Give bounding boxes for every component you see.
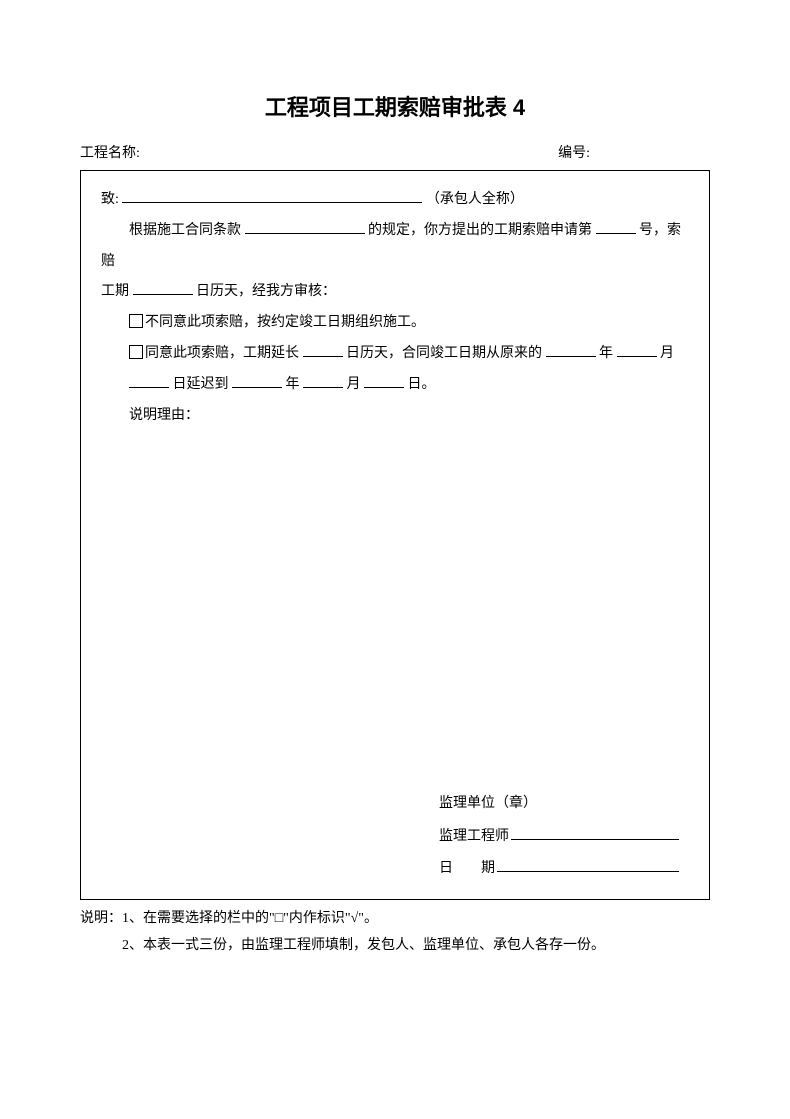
opt2-text-d: 月	[660, 346, 674, 361]
p2-text-b: 日历天，经我方审核：	[196, 284, 336, 299]
supervisor-unit-label: 监理单位（章）	[439, 788, 537, 820]
header-row: 工程名称: 编号:	[80, 142, 710, 162]
engineer-sign-blank[interactable]	[511, 824, 679, 839]
addressee-line: 致: （承包人全称）	[101, 185, 689, 216]
clause-blank[interactable]	[245, 218, 365, 233]
form-box: 致: （承包人全称） 根据施工合同条款 的规定，你方提出的工期索赔申请第 号，索…	[80, 170, 710, 900]
reason-label: 说明理由：	[101, 401, 689, 432]
checkbox-disagree-icon[interactable]	[129, 314, 143, 328]
paragraph-2: 工期 日历天，经我方审核：	[101, 277, 689, 308]
signature-block: 监理单位（章） 监理工程师 日 期	[439, 788, 679, 885]
p2-text-a: 工期	[101, 284, 129, 299]
to-label: 致:	[101, 192, 119, 207]
opt2-text-b: 日历天，合同竣工日期从原来的	[346, 346, 542, 361]
opt3-text-c: 月	[347, 377, 361, 392]
notes: 说明：1、在需要选择的栏中的"□"内作标识"√"。 2、本表一式三份，由监理工程…	[80, 906, 710, 959]
notes-line-1: 说明：1、在需要选择的栏中的"□"内作标识"√"。	[80, 906, 710, 933]
to-blank[interactable]	[122, 188, 422, 203]
option-agree: 同意此项索赔，工期延长 日历天，合同竣工日期从原来的 年 月	[101, 339, 689, 370]
option-agree-line2: 日延迟到 年 月 日。	[101, 370, 689, 401]
orig-year-blank[interactable]	[546, 342, 596, 357]
p1-text-a: 根据施工合同条款	[129, 223, 241, 238]
opt3-text-b: 年	[286, 377, 300, 392]
new-day-blank[interactable]	[364, 372, 404, 387]
extend-days-blank[interactable]	[303, 342, 343, 357]
application-number-blank[interactable]	[596, 218, 636, 233]
orig-day-blank[interactable]	[129, 372, 169, 387]
option-disagree: 不同意此项索赔，按约定竣工日期组织施工。	[101, 308, 689, 339]
paragraph-1: 根据施工合同条款 的规定，你方提出的工期索赔申请第 号，索赔	[101, 216, 689, 278]
page-title: 工程项目工期索赔审批表 4	[80, 90, 710, 122]
number-label: 编号:	[558, 142, 710, 162]
opt1-text: 不同意此项索赔，按约定竣工日期组织施工。	[145, 315, 425, 330]
project-name-label: 工程名称:	[80, 142, 140, 162]
p1-text-b: 的规定，你方提出的工期索赔申请第	[368, 223, 592, 238]
supervisor-engineer-label: 监理工程师	[439, 821, 509, 853]
checkbox-agree-icon[interactable]	[129, 345, 143, 359]
to-suffix: （承包人全称）	[426, 192, 524, 207]
opt3-text-d: 日。	[408, 377, 436, 392]
orig-month-blank[interactable]	[617, 342, 657, 357]
date-label: 日 期	[439, 853, 495, 885]
new-year-blank[interactable]	[232, 372, 282, 387]
new-month-blank[interactable]	[303, 372, 343, 387]
notes-line-2: 2、本表一式三份，由监理工程师填制，发包人、监理单位、承包人各存一份。	[80, 933, 710, 960]
date-blank[interactable]	[497, 856, 679, 871]
opt2-text-c: 年	[599, 346, 613, 361]
duration-days-blank[interactable]	[133, 280, 193, 295]
opt3-text-a: 日延迟到	[173, 377, 229, 392]
opt2-text-a: 同意此项索赔，工期延长	[145, 346, 299, 361]
